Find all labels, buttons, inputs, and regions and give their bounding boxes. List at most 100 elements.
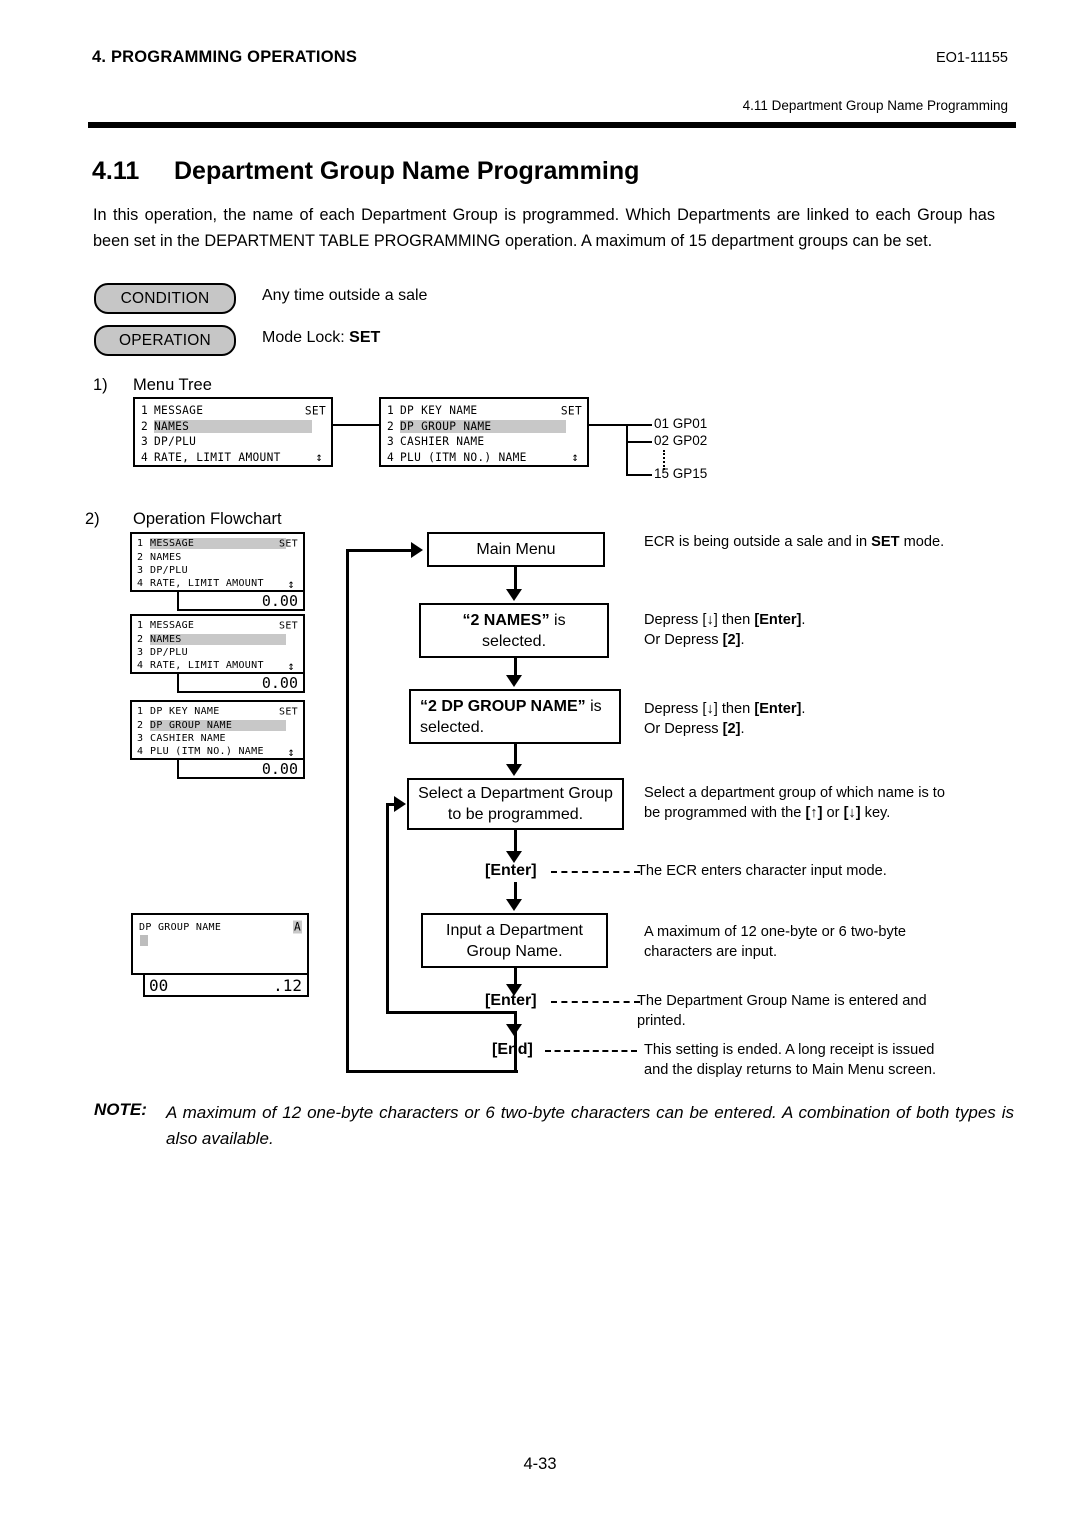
annotation-select-group-line1: Select a department group of which name …	[644, 785, 945, 801]
lcd-row-index: 4	[137, 660, 144, 672]
flow-box-dpgroup-suffix: is	[585, 697, 602, 715]
lcd-mode-indicator: SET	[279, 538, 298, 550]
annotation-character-input-mode: The ECR enters character input mode.	[637, 862, 1009, 882]
annotation-name-printed-line1: The Department Group Name is entered and	[637, 993, 927, 1009]
annotation-ecr-mode: ECR is being outside a sale and in SET m…	[644, 533, 1010, 553]
page-number: 4-33	[523, 1455, 557, 1473]
lcd-row-index: 2	[137, 551, 144, 563]
annotation-key-2: [2]	[722, 720, 741, 737]
lcd-row-text: DP/PLU	[150, 564, 188, 576]
key-label-enter-2: [Enter]	[485, 992, 537, 1009]
lcd-row: 3 DP/PLU	[141, 434, 331, 450]
annotation-max-characters-line1: A maximum of 12 one-byte or 6 two-byte	[644, 924, 906, 940]
lcd-row-text: MESSAGE	[154, 404, 204, 418]
lcd-row: 2 NAMES	[137, 632, 303, 645]
lcd-row-index: 1	[141, 404, 149, 418]
dash-connector-1	[551, 871, 640, 873]
lcd-row-text: CASHIER NAME	[150, 732, 226, 744]
lcd-row-index: 2	[137, 719, 144, 731]
flowchart-lcd-3-amount-bar: 0.00	[177, 760, 305, 779]
lcd-row-text: DP/PLU	[150, 646, 188, 658]
key-label-end: [End]	[492, 1041, 533, 1058]
lcd-row-index: 4	[137, 746, 144, 758]
section-number: 4.11	[92, 157, 140, 185]
annotation-key-up: [↑]	[805, 804, 823, 821]
key-label-enter-1: [Enter]	[485, 862, 537, 879]
lcd-row-index: 2	[137, 633, 144, 645]
lcd-screen-title: DP GROUP NAME	[139, 921, 222, 933]
annotation-pre: Or Depress	[644, 720, 723, 737]
annotation-depress-names-line1: Depress [↓] then [Enter].	[644, 611, 1010, 631]
note-text: A maximum of 12 one-byte characters or 6…	[166, 1103, 1014, 1148]
step-1-number: 1)	[93, 376, 108, 394]
lcd-row-text: RATE, LIMIT AMOUNT	[150, 660, 264, 672]
lcd-row-index: 3	[137, 646, 144, 658]
annotation-post: .	[801, 612, 806, 628]
lcd-row: 4 RATE, LIMIT AMOUNT ↕	[141, 450, 331, 466]
lcd-row-index: 1	[137, 538, 144, 550]
lcd-row: DP GROUP NAME A	[139, 920, 307, 934]
status-bar-right-value: .12	[273, 975, 302, 995]
up-down-scroll-icon: ↕	[287, 576, 295, 591]
annotation-character-input-mode-text: The ECR enters character input mode.	[637, 863, 887, 879]
lcd-row: 4 PLU (ITM NO.) NAME ↕	[387, 450, 587, 466]
annotation-post: key.	[860, 804, 891, 821]
flowchart-lcd-4-status-bar: 00 .12	[143, 975, 309, 997]
outer-loop-bottom	[346, 1070, 518, 1073]
menu-tree-panel-2: 1 DP KEY NAME SET 2 DP GROUP NAME 3 CASH…	[379, 397, 589, 467]
status-bar-left-value: 00	[149, 975, 169, 995]
annotation-ecr-mode-bold: SET	[871, 534, 900, 550]
flowchart-lcd-1: 1 MESSAGE SET 2 NAMES 3 DP/PLU 4 RATE, L…	[130, 532, 305, 592]
lcd-row-text: RATE, LIMIT AMOUNT	[154, 450, 281, 464]
lcd-row-text: DP KEY NAME	[150, 706, 220, 718]
annotation-depress-names-line2: Or Depress [2].	[644, 631, 1010, 651]
lcd-row-index: 2	[387, 419, 395, 433]
annotation-pre: Or Depress	[644, 631, 723, 648]
menu-tree-panel-1: 1 MESSAGE SET 2 NAMES 3 DP/PLU 4 RATE, L…	[133, 397, 333, 467]
lcd-row-text: CASHIER NAME	[400, 435, 485, 449]
annotation-key-enter: [Enter]	[754, 701, 802, 717]
text-cursor	[140, 935, 148, 946]
lcd-row-index: 3	[141, 435, 149, 449]
annotation-setting-ended-line1: This setting is ended. A long receipt is…	[644, 1042, 935, 1058]
annotation-select-group-line2: be programmed with the [↑] or [↓] key.	[644, 804, 1010, 824]
lcd-row-index: 4	[387, 450, 395, 464]
inner-loop-vertical	[386, 803, 389, 1013]
lcd-row: 1 DP KEY NAME SET	[387, 403, 587, 419]
annotation-depress-dpgroup-line1: Depress [↓] then [Enter].	[644, 700, 1010, 720]
lcd-row: 2 DP GROUP NAME	[137, 718, 303, 731]
flow-box-select-department-group: Select a Department Group to be programm…	[407, 778, 624, 830]
lcd-row-text: DP KEY NAME	[400, 404, 478, 418]
lcd-row-text-selected: NAMES	[154, 419, 312, 433]
up-down-scroll-icon: ↕	[287, 744, 295, 759]
menu-tree-branch-1	[626, 424, 652, 427]
lcd-row: 3 DP/PLU	[137, 646, 303, 659]
inner-loop-arrow-head	[394, 796, 406, 812]
lcd-row-index: 4	[137, 578, 144, 590]
up-down-scroll-icon: ↕	[571, 450, 579, 465]
operation-badge-label: OPERATION	[119, 331, 211, 349]
annotation-post: .	[740, 720, 745, 737]
outer-loop-arrow-head	[411, 542, 423, 558]
lcd-mode-indicator: SET	[304, 404, 326, 418]
header-section-subtitle: 4.11 Department Group Name Programming	[742, 98, 1008, 113]
flowchart-lcd-3: 1 DP KEY NAME SET 2 DP GROUP NAME 3 CASH…	[130, 700, 305, 760]
flow-box-select-line2: to be programmed.	[447, 806, 584, 823]
outer-loop-top	[346, 549, 414, 552]
annotation-max-characters: A maximum of 12 one-byte or 6 two-byte c…	[644, 923, 954, 962]
lcd-row: 1 MESSAGE SET	[137, 619, 303, 632]
up-down-scroll-icon: ↕	[287, 658, 295, 673]
annotation-depress-names: Depress [↓] then [Enter]. Or Depress [2]…	[644, 611, 1010, 650]
flowchart-lcd-4-character-input: DP GROUP NAME A	[131, 913, 309, 975]
annotation-depress-dpgroup: Depress [↓] then [Enter]. Or Depress [2]…	[644, 700, 1010, 739]
lcd-row: 3 DP/PLU	[137, 564, 303, 577]
annotation-ecr-mode-post: mode.	[899, 534, 945, 550]
flow-box-input-line1: Input a Department	[446, 921, 583, 939]
lcd-row-index: 2	[141, 419, 149, 433]
menu-tree-connector-2	[589, 424, 628, 427]
lcd-row-text: NAMES	[150, 551, 182, 563]
menu-tree-branch-3	[626, 474, 652, 477]
lcd-row-text-selected: DP GROUP NAME	[150, 719, 286, 731]
lcd-row: 2 NAMES	[141, 419, 331, 435]
flow-arrow-head	[506, 589, 522, 601]
